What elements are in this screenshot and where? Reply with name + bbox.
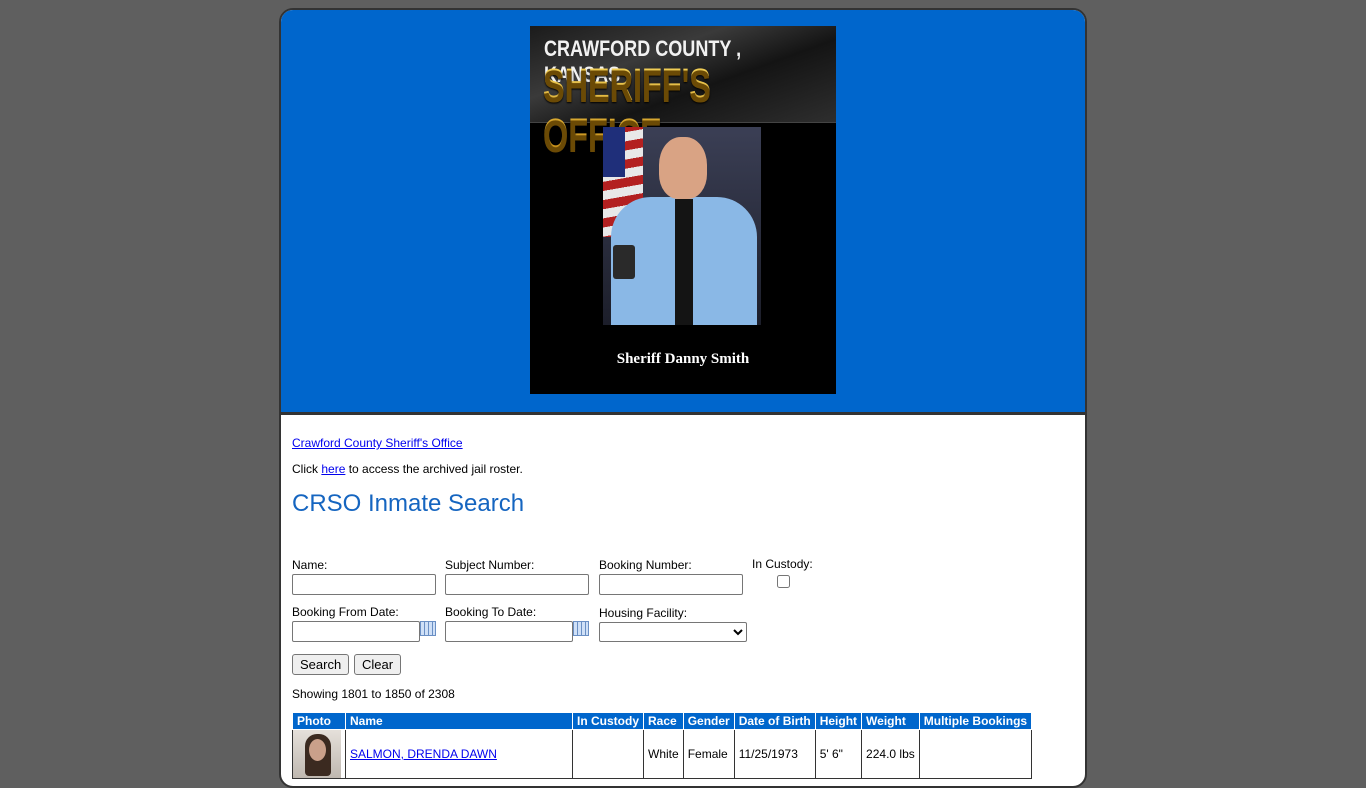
gender-cell: Female [682,729,735,779]
to-date-field: Booking To Date: [445,605,573,642]
col-in-custody[interactable]: In Custody [572,712,644,730]
col-height[interactable]: Height [814,712,863,730]
col-race[interactable]: Race [643,712,684,730]
subject-label: Subject Number: [445,558,535,572]
banner-title-area: CRAWFORD COUNTY , KANSAS SHERIFF'S OFFIC… [530,26,836,160]
weight-cell: 224.0 lbs [861,729,920,779]
archive-link[interactable]: here [321,462,345,476]
name-cell: SALMON, DRENDA DAWN [345,729,573,779]
col-name[interactable]: Name [345,712,573,730]
col-dob[interactable]: Date of Birth [733,712,816,730]
custody-field: In Custody: [752,557,813,591]
results-count: Showing 1801 to 1850 of 2308 [292,687,455,701]
results-table: Photo Name In Custody Race Gender Date o… [292,712,1033,779]
page-title: CRSO Inmate Search [292,490,525,517]
sheriff-patch-icon [613,245,635,279]
office-link[interactable]: Crawford County Sheriff's Office [292,436,463,450]
inmate-photo-face [309,739,326,761]
subject-field: Subject Number: [445,558,589,595]
flag-canton [603,127,625,177]
booking-number-input[interactable] [599,574,743,595]
header: CRAWFORD COUNTY , KANSAS SHERIFF'S OFFIC… [281,10,1085,415]
photo-cell [292,729,346,779]
from-date-field: Booking From Date: [292,605,420,642]
col-gender[interactable]: Gender [682,712,735,730]
from-date-input[interactable] [292,621,420,642]
facility-field: Housing Facility: [599,606,747,642]
page-container: CRAWFORD COUNTY , KANSAS SHERIFF'S OFFIC… [279,8,1087,788]
col-photo[interactable]: Photo [292,712,346,730]
height-cell: 5' 6" [814,729,863,779]
to-calendar-icon[interactable] [573,621,589,636]
sheriff-name: Sheriff Danny Smith [616,351,750,367]
to-date-label: Booking To Date: [445,605,537,619]
inmate-photo[interactable] [293,730,341,778]
archive-suffix: to access the archived jail roster. [345,462,523,476]
archive-prefix: Click [292,462,322,476]
name-field: Name: [292,558,436,595]
race-cell: White [643,729,684,779]
inmate-name-link[interactable]: SALMON, DRENDA DAWN [350,747,497,761]
in-custody-checkbox[interactable] [777,575,790,588]
from-calendar-icon[interactable] [420,621,436,636]
sheriff-tie [675,199,693,325]
name-label: Name: [292,558,328,572]
clear-button[interactable]: Clear [354,654,402,675]
custody-label: In Custody: [752,557,813,571]
table-row: SALMON, DRENDA DAWN White Female 11/25/1… [292,729,1033,779]
name-input[interactable] [292,574,436,595]
search-button[interactable]: Search [292,654,350,675]
to-date-input[interactable] [445,621,573,642]
col-weight[interactable]: Weight [861,712,920,730]
table-header-row: Photo Name In Custody Race Gender Date o… [292,712,1033,730]
in-custody-cell [572,729,644,779]
booking-field: Booking Number: [599,558,743,595]
sheriff-face [659,137,707,199]
multiple-bookings-cell [918,729,1033,779]
dob-cell: 11/25/1973 [733,729,816,779]
sheriff-photo [603,127,761,325]
sheriff-banner: CRAWFORD COUNTY , KANSAS SHERIFF'S OFFIC… [530,26,836,394]
archive-text: Click here to access the archived jail r… [292,462,523,476]
housing-facility-select[interactable] [599,622,747,642]
col-multiple-bookings[interactable]: Multiple Bookings [918,712,1033,730]
subject-number-input[interactable] [445,574,589,595]
facility-label: Housing Facility: [599,606,688,620]
from-date-label: Booking From Date: [292,605,399,619]
booking-label: Booking Number: [599,558,692,572]
